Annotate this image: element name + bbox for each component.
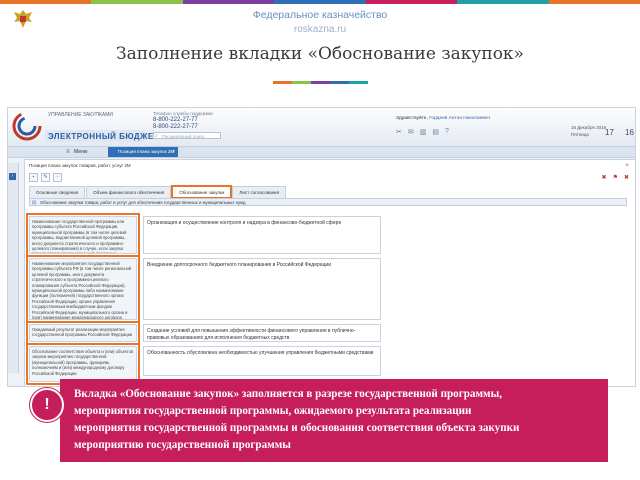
- accent-bar: [292, 81, 311, 84]
- weekday-line: Пятница: [571, 132, 589, 137]
- document-panel: Позиция плана закупок товаров, работ, ус…: [24, 159, 635, 386]
- mail-icon[interactable]: ✉: [408, 128, 414, 136]
- callout-text: Вкладка «Обоснование закупок» заполняетс…: [74, 386, 610, 454]
- user-name[interactable]: Гордеев Антон Николаевич: [429, 116, 490, 121]
- help-icon[interactable]: ?: [445, 128, 449, 136]
- tab-approval-sheet[interactable]: Лист согласования: [232, 186, 287, 198]
- document-tab-label: Позиция плана закупок 2М: [118, 149, 175, 154]
- field-value-activity[interactable]: Внедрение долгосрочного бюджетного плани…: [143, 258, 381, 320]
- close-icon[interactable]: ×: [625, 163, 629, 169]
- print-icon[interactable]: ▫: [53, 173, 62, 182]
- collapse-icon[interactable]: ⊟: [32, 199, 36, 207]
- app-nav-bar: ≡ Меню Позиция плана закупок 2М ×: [8, 147, 635, 158]
- left-side-strip: ›: [8, 163, 19, 373]
- tools-icon[interactable]: ✂: [396, 128, 402, 136]
- section-header-text: Обоснование закупки товара, работ и услу…: [40, 200, 246, 205]
- info-callout: Вкладка «Обоснование закупок» заполняетс…: [60, 379, 608, 462]
- helpdesk-label: Телефон службы поддержки: [153, 111, 213, 116]
- electronic-budget-logo-icon: [12, 111, 42, 141]
- app-screenshot: УПРАВЛЕНИЕ ЗАКУПКАМИ ЭЛЕКТРОННЫЙ БЮДЖЕТ …: [7, 107, 636, 387]
- app-title: ЭЛЕКТРОННЫЙ БЮДЖЕТ: [48, 132, 160, 141]
- callout-line: мероприятия государственной программы, о…: [74, 405, 472, 417]
- field-label-justification: Обоснование соответствия объекта и (или)…: [26, 343, 140, 385]
- section-header: ⊟ Обоснование закупки товара, работ и ус…: [29, 198, 627, 206]
- expand-panel-icon[interactable]: ›: [9, 173, 16, 180]
- app-sub-org: УПРАВЛЕНИЕ ЗАКУПКАМИ: [48, 112, 114, 118]
- tab-funding[interactable]: Объем финансового обеспечения: [86, 186, 172, 198]
- edit-icon[interactable]: ✎: [41, 173, 50, 182]
- tab-basic-info[interactable]: Основные сведения: [29, 186, 86, 198]
- user-greeting: Здравствуйте, Гордеев Антон Николаевич: [396, 116, 490, 121]
- save-icon[interactable]: ▪: [29, 173, 38, 182]
- cancel-icon[interactable]: ✖: [624, 174, 629, 181]
- document-tab[interactable]: Позиция плана закупок 2М ×: [108, 147, 178, 157]
- panel-tabs: Основные сведения Объем финансового обес…: [29, 185, 287, 199]
- field-value-program[interactable]: Организация и осуществление контроля и н…: [143, 216, 381, 254]
- field-value-expected-result[interactable]: Создание условий для повышения эффективн…: [143, 324, 381, 342]
- site-url: roskazna.ru: [293, 24, 347, 35]
- date-line: 16 Декабря 2016: [571, 125, 607, 130]
- greeting-text: Здравствуйте,: [396, 116, 428, 121]
- top-color-stripe: [0, 0, 640, 4]
- menu-label: Меню: [74, 149, 88, 155]
- flag-icon[interactable]: ⚑: [613, 174, 618, 181]
- panel-right-icons: ✖ ⚑ ✖: [602, 174, 629, 181]
- field-label-expected-result: Ожидаемый результат реализации мероприят…: [26, 321, 140, 345]
- document-icon[interactable]: ▤: [432, 128, 439, 136]
- exclamation-icon: !: [30, 388, 64, 422]
- org-name: Федеральное казначейство: [252, 9, 388, 21]
- search-input[interactable]: ⌕ Расширенный поиск: [153, 132, 221, 139]
- field-value-justification[interactable]: Обоснованность обусловлена необходимость…: [143, 346, 381, 376]
- field-label-activity: Наименование мероприятия государственной…: [26, 255, 140, 323]
- callout-line: мероприятия государственной программы и …: [74, 422, 520, 434]
- slide-title: Заполнение вкладки «Обоснование закупок»: [116, 44, 524, 64]
- panel-toolbar: ▪ ✎ ▫: [29, 173, 62, 182]
- accent-bar: [349, 81, 368, 84]
- header-icons: ✂ ✉ ▥ ▤ ?: [396, 128, 449, 136]
- callout-line: Вкладка «Обоснование закупок» заполняетс…: [74, 388, 503, 400]
- field-label-program: Наименование государственной программы и…: [26, 213, 140, 257]
- app-header: УПРАВЛЕНИЕ ЗАКУПКАМИ ЭЛЕКТРОННЫЙ БЮДЖЕТ …: [8, 108, 635, 147]
- menu-icon: ≡: [66, 149, 70, 155]
- search-placeholder: Расширенный поиск: [162, 134, 205, 139]
- date-number-2: 16: [625, 128, 634, 137]
- accent-bar: [330, 81, 349, 84]
- accent-bar: [273, 81, 292, 84]
- callout-line: мероприятию государственной программы: [74, 439, 291, 451]
- close-icon[interactable]: ×: [172, 147, 175, 157]
- helpdesk-phone: 8-800-222-27-77: [153, 117, 198, 123]
- accent-bar: [311, 81, 330, 84]
- tab-procurement-justification[interactable]: Обоснование закупки: [171, 185, 233, 199]
- menu-button[interactable]: ≡ Меню: [66, 148, 88, 156]
- helpdesk-phone-2: 8-800-222-27-77: [153, 124, 198, 130]
- chart-icon[interactable]: ▥: [420, 128, 427, 136]
- treasury-emblem-icon: [14, 10, 32, 28]
- search-icon: ⌕: [155, 133, 158, 139]
- panel-title: Позиция плана закупок товаров, работ, ус…: [29, 163, 131, 168]
- delete-icon[interactable]: ✖: [602, 174, 607, 181]
- date-number: 17: [605, 128, 614, 137]
